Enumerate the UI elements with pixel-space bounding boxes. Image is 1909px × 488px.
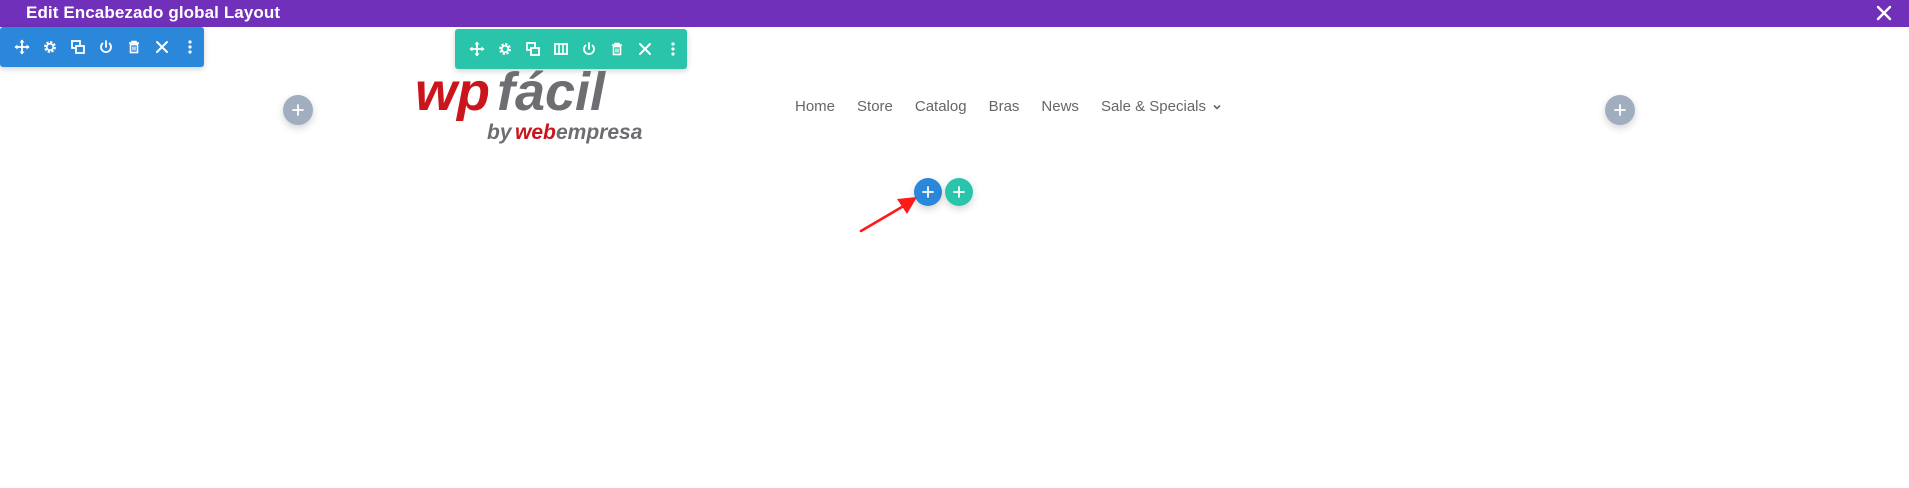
- nav-item-sale-specials[interactable]: Sale & Specials: [1101, 98, 1223, 115]
- close-icon[interactable]: [1873, 2, 1895, 24]
- more-icon[interactable]: [659, 35, 687, 63]
- add-section-button[interactable]: [945, 178, 973, 206]
- nav-item-bras[interactable]: Bras: [989, 98, 1020, 115]
- nav-item-store[interactable]: Store: [857, 98, 893, 115]
- move-icon[interactable]: [463, 35, 491, 63]
- main-navigation: Home Store Catalog Bras News Sale & Spec…: [795, 98, 1223, 115]
- svg-text:web: web: [515, 121, 556, 144]
- add-module-button-left[interactable]: [283, 95, 313, 125]
- trash-icon[interactable]: [603, 35, 631, 63]
- plus-icon: [953, 186, 965, 198]
- trash-icon[interactable]: [120, 33, 148, 61]
- section-toolbar: [0, 27, 204, 67]
- svg-text:fácil: fácil: [497, 68, 606, 122]
- nav-item-home[interactable]: Home: [795, 98, 835, 115]
- site-logo[interactable]: wp fácil by web empresa: [415, 62, 645, 148]
- move-icon[interactable]: [8, 33, 36, 61]
- svg-text:by: by: [487, 121, 513, 144]
- columns-icon[interactable]: [547, 35, 575, 63]
- duplicate-icon[interactable]: [64, 33, 92, 61]
- editor-title-bar: Edit Encabezado global Layout: [0, 0, 1909, 27]
- plus-icon: [292, 104, 304, 116]
- add-module-button-right[interactable]: [1605, 95, 1635, 125]
- power-icon[interactable]: [92, 33, 120, 61]
- chevron-down-icon: [1213, 104, 1221, 110]
- gear-icon[interactable]: [491, 35, 519, 63]
- duplicate-icon[interactable]: [519, 35, 547, 63]
- gear-icon[interactable]: [36, 33, 64, 61]
- plus-icon: [1614, 104, 1626, 116]
- more-icon[interactable]: [176, 33, 204, 61]
- svg-text:wp: wp: [415, 68, 490, 122]
- annotation-arrow-icon: [859, 197, 917, 233]
- svg-text:empresa: empresa: [556, 121, 643, 144]
- nav-item-news[interactable]: News: [1041, 98, 1079, 115]
- nav-item-sale-specials-label: Sale & Specials: [1100, 98, 1206, 115]
- close-icon[interactable]: [148, 33, 176, 61]
- nav-item-catalog[interactable]: Catalog: [915, 98, 967, 115]
- close-icon[interactable]: [631, 35, 659, 63]
- row-toolbar: [455, 29, 687, 69]
- editor-title: Edit Encabezado global Layout: [26, 3, 281, 22]
- power-icon[interactable]: [575, 35, 603, 63]
